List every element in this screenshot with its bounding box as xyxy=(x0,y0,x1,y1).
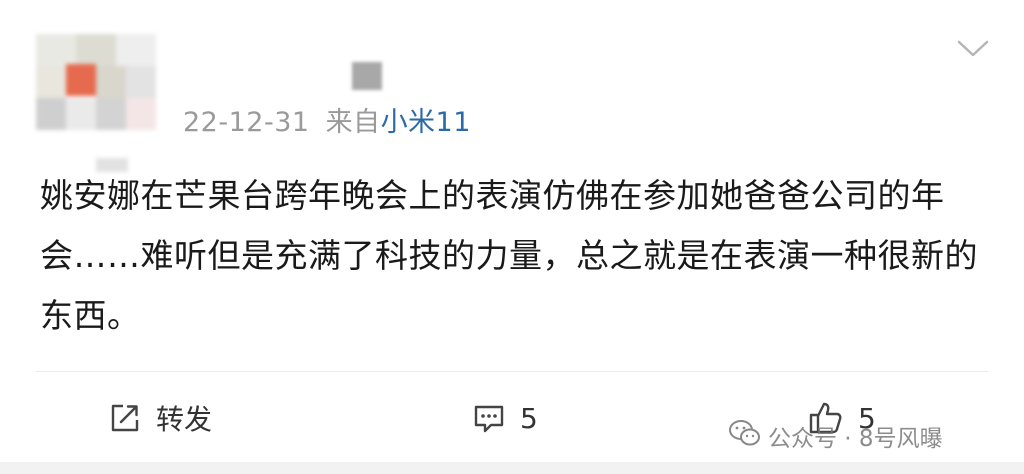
bottom-separator xyxy=(0,462,1024,474)
post-content: 姚安娜在芒果台跨年晚会上的表演仿佛在参加她爸爸公司的年会……难听但是充满了科技的… xyxy=(40,176,978,335)
wechat-icon xyxy=(728,418,768,454)
comment-button[interactable]: 5 xyxy=(472,398,538,438)
watermark: 公众号 · 8号风曝 xyxy=(728,418,943,454)
device-link[interactable]: 小米11 xyxy=(381,107,471,138)
avatar[interactable] xyxy=(36,34,156,130)
post-meta: 22-12-31 来自小米11 xyxy=(183,100,471,139)
weibo-post: 22-12-31 来自小米11 姚安娜在芒果台跨年晚会上的表演仿佛在参加她爸爸公司… xyxy=(0,0,1024,474)
comment-count: 5 xyxy=(520,401,538,435)
source-prefix: 来自 xyxy=(325,107,381,138)
watermark-text: 公众号 · 8号风曝 xyxy=(768,426,943,452)
repost-button[interactable]: 转发 xyxy=(108,398,212,438)
username-redacted[interactable] xyxy=(352,62,382,90)
chevron-down-icon[interactable] xyxy=(956,38,990,60)
repost-label: 转发 xyxy=(156,403,213,436)
divider xyxy=(36,371,988,372)
comment-bubble-icon xyxy=(472,401,506,435)
share-arrow-icon xyxy=(108,401,142,435)
post-date: 22-12-31 xyxy=(183,107,310,138)
